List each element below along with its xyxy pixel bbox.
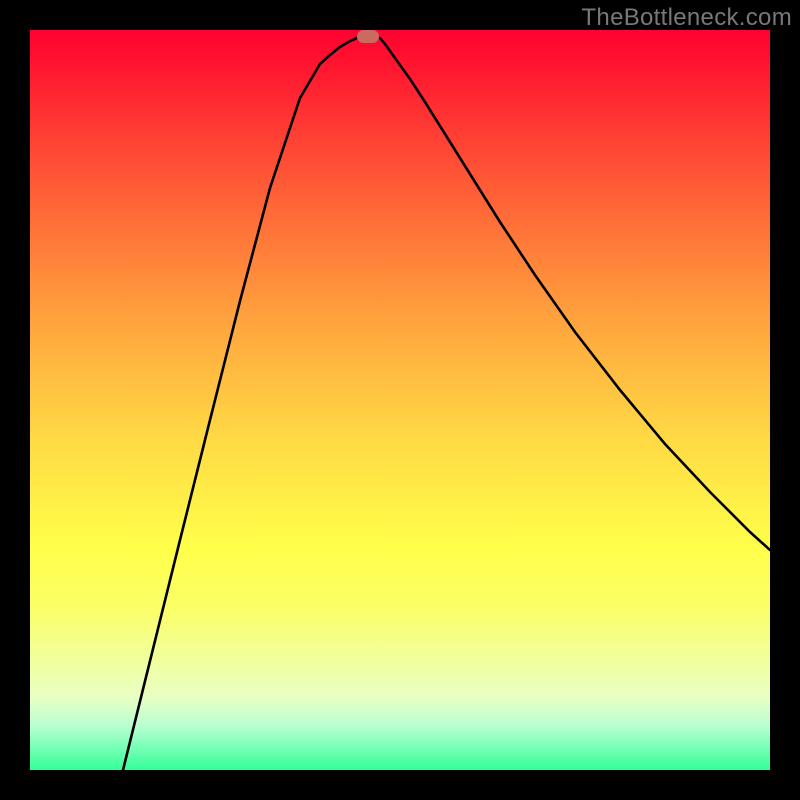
watermark-text: TheBottleneck.com — [581, 4, 792, 32]
gradient-plot-area — [30, 30, 770, 770]
optimal-point-marker — [357, 30, 379, 43]
